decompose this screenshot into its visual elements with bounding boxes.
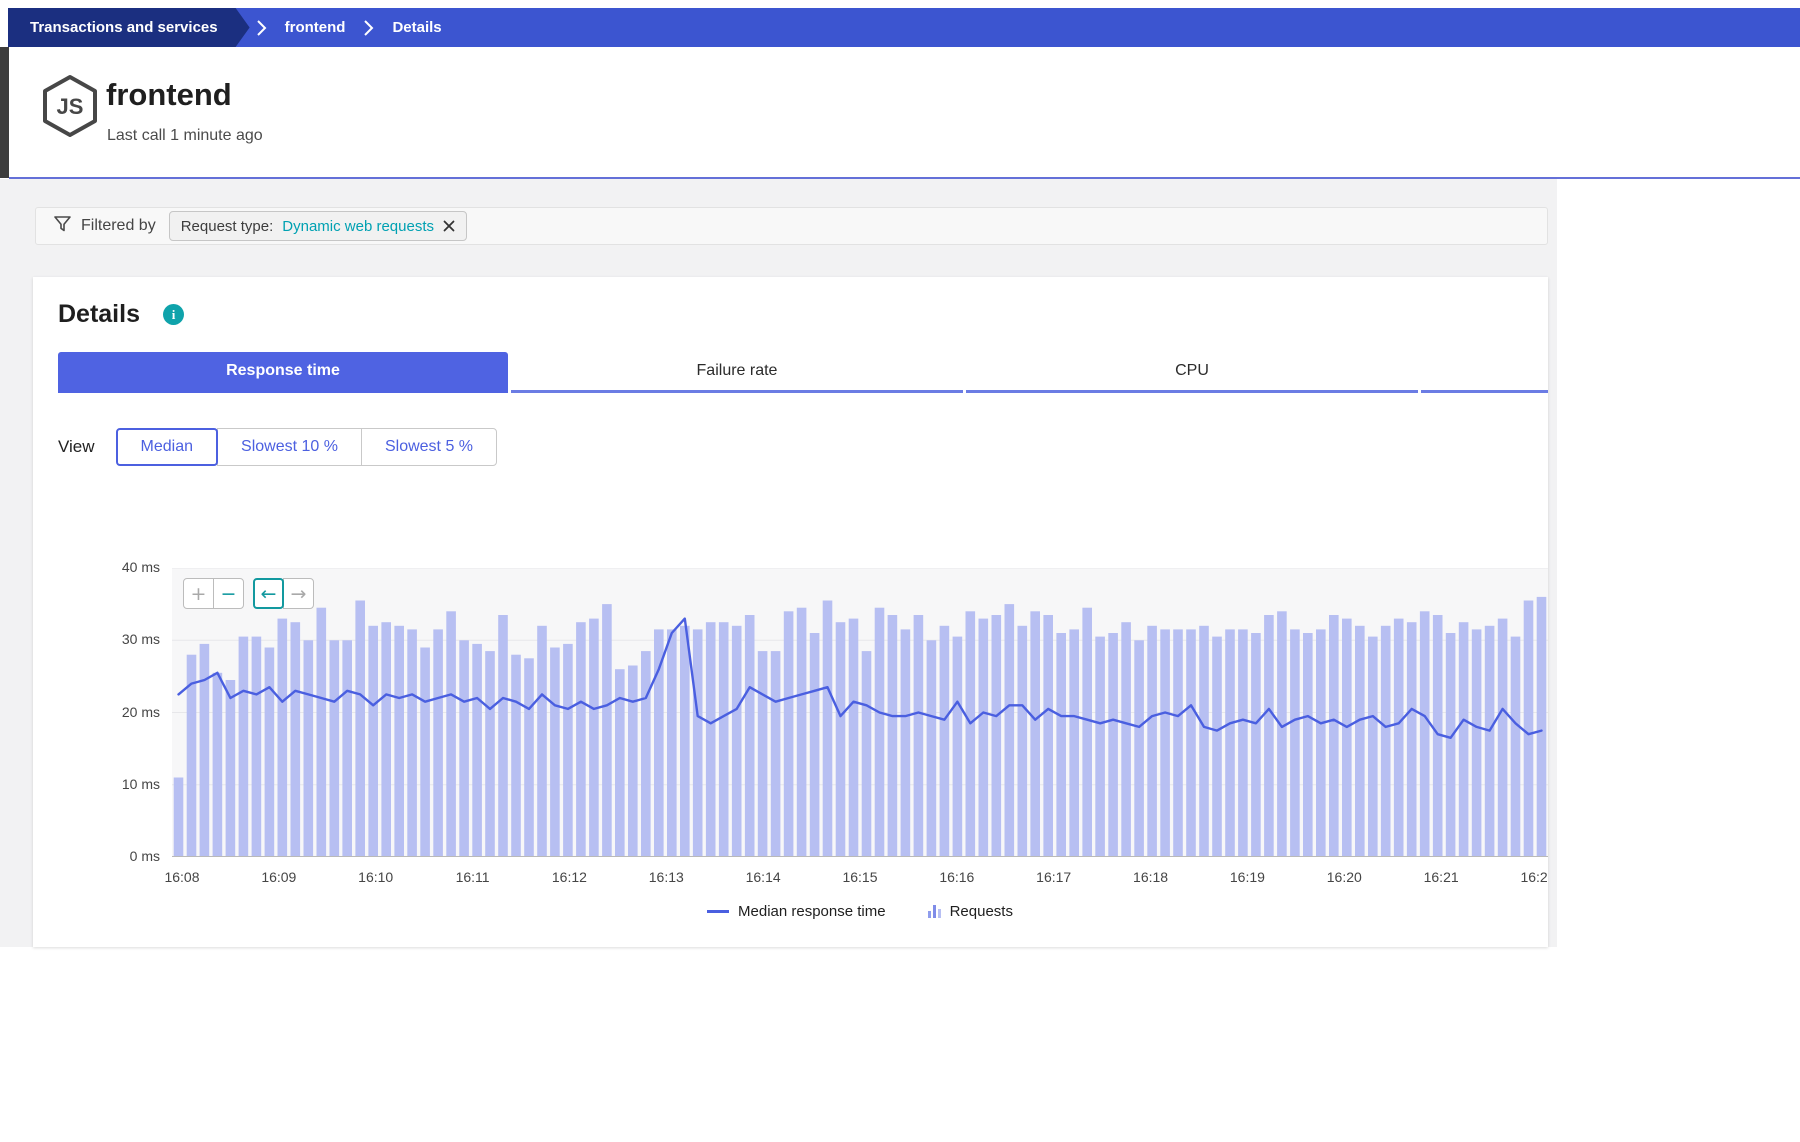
y-axis-tick-label: 20 ms	[88, 704, 160, 720]
breadcrumb-transactions-and-services[interactable]: Transactions and services	[8, 8, 250, 47]
zoom-out-icon: −	[221, 583, 237, 605]
zoom-out-button[interactable]: −	[213, 578, 244, 609]
tab-label: CPU	[1175, 362, 1209, 380]
view-option-label: Median	[141, 438, 193, 456]
legend-label: Requests	[950, 903, 1013, 920]
collapsed-sidebar-edge	[0, 47, 9, 178]
info-icon[interactable]: i	[163, 304, 184, 325]
view-option-label: Slowest 10 %	[241, 438, 338, 456]
breadcrumb-label: frontend	[285, 19, 346, 36]
view-option-slowest-10[interactable]: Slowest 10 %	[217, 428, 362, 466]
svg-text:JS: JS	[57, 94, 84, 119]
tab-truncated[interactable]	[1421, 352, 1548, 393]
filter-chip-request-type[interactable]: Request type: Dynamic web requests	[169, 211, 467, 241]
tab-response-time[interactable]: Response time	[58, 352, 508, 393]
line-marker-icon	[707, 910, 729, 913]
bar-chart-icon	[928, 904, 941, 918]
chevron-right-icon	[357, 8, 380, 47]
view-option-median[interactable]: Median	[116, 428, 218, 466]
last-call-status: Last call 1 minute ago	[107, 127, 263, 145]
breadcrumb-details[interactable]: Details	[380, 8, 453, 47]
y-axis-tick-label: 0 ms	[88, 848, 160, 864]
breadcrumb-label: Transactions and services	[30, 19, 218, 36]
filtered-by-label: Filtered by	[81, 217, 156, 235]
view-selector: View Median Slowest 10 % Slowest 5 %	[58, 427, 497, 467]
arrow-right-icon: →	[291, 583, 307, 605]
filter-chip-key: Request type:	[181, 218, 274, 235]
view-option-slowest-5[interactable]: Slowest 5 %	[361, 428, 497, 466]
filter-chip-value: Dynamic web requests	[282, 218, 434, 235]
chart-legend: Median response time Requests	[172, 899, 1548, 923]
response-time-chart[interactable]	[172, 568, 1548, 857]
tab-label: Response time	[226, 362, 340, 380]
breadcrumb-bar: Transactions and services frontend Detai…	[8, 8, 1800, 47]
view-option-label: Slowest 5 %	[385, 438, 473, 456]
details-heading: Details	[58, 300, 140, 329]
zoom-in-icon: +	[191, 583, 207, 605]
arrow-left-icon: ←	[261, 583, 277, 605]
remove-filter-icon[interactable]	[443, 220, 455, 232]
service-header: JS frontend Last call 1 minute ago	[9, 47, 1800, 177]
chart-zoom-controls: + − ← →	[183, 578, 314, 609]
nodejs-icon: JS	[38, 72, 102, 145]
legend-label: Median response time	[738, 903, 886, 920]
y-axis-tick-label: 10 ms	[88, 776, 160, 792]
y-axis-tick-label: 30 ms	[88, 631, 160, 647]
breadcrumb-frontend[interactable]: frontend	[273, 8, 358, 47]
legend-median-response-time[interactable]: Median response time	[707, 903, 886, 920]
page: { "breadcrumb": { "items": ["Transaction…	[0, 0, 1800, 1142]
filter-bar: Filtered by Request type: Dynamic web re…	[35, 207, 1548, 245]
pan-left-button[interactable]: ←	[253, 578, 284, 609]
tab-cpu[interactable]: CPU	[966, 352, 1418, 393]
pan-right-button[interactable]: →	[283, 578, 314, 609]
zoom-in-button[interactable]: +	[183, 578, 214, 609]
tab-label: Failure rate	[697, 362, 778, 380]
chart-canvas	[172, 568, 1548, 857]
y-axis-tick-label: 40 ms	[88, 559, 160, 575]
page-title: frontend	[106, 77, 232, 113]
details-tabs: Response time Failure rate CPU	[58, 352, 1548, 393]
breadcrumb-label: Details	[392, 19, 441, 36]
view-label: View	[58, 437, 95, 457]
filter-funnel-icon	[54, 216, 71, 237]
chevron-right-icon	[250, 8, 273, 47]
legend-requests[interactable]: Requests	[928, 903, 1013, 920]
tab-failure-rate[interactable]: Failure rate	[511, 352, 963, 393]
